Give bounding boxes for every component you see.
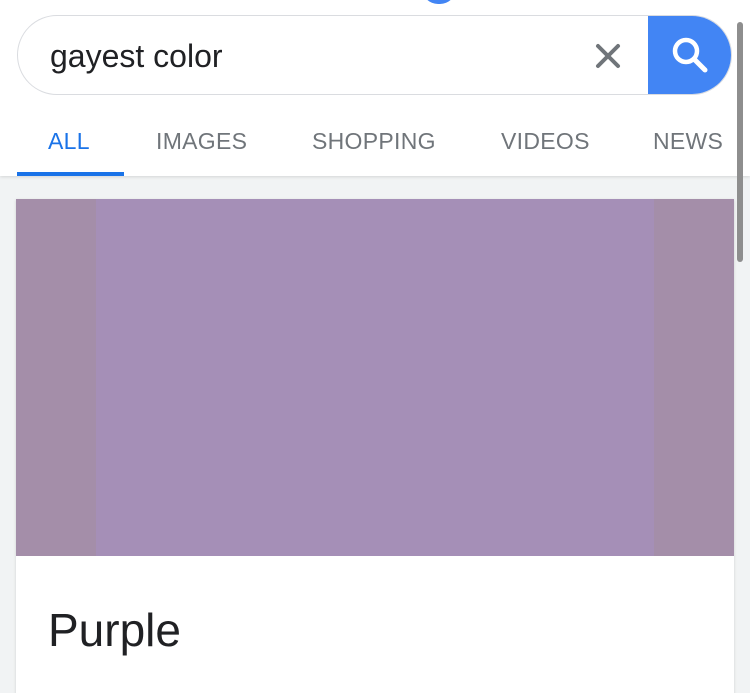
tab-news[interactable]: NEWS [653,128,723,155]
result-card[interactable]: Purple [16,199,734,693]
scrollbar[interactable] [737,22,743,262]
result-title: Purple [48,604,181,656]
color-swatch-frame [16,199,734,556]
search-header: ALL IMAGES SHOPPING VIDEOS NEWS [0,0,750,262]
search-tabs: ALL IMAGES SHOPPING VIDEOS NEWS [0,112,750,176]
logo-fragment [422,0,456,4]
close-icon [596,44,620,68]
search-bar[interactable] [17,15,732,95]
search-results-page: ALL IMAGES SHOPPING VIDEOS NEWS Purple [0,0,750,693]
clear-search-button[interactable] [584,32,632,80]
tab-images[interactable]: IMAGES [156,128,247,155]
color-swatch [96,199,654,556]
search-input[interactable] [50,34,570,78]
active-tab-indicator [17,172,124,176]
search-icon [672,37,708,73]
tab-videos[interactable]: VIDEOS [501,128,590,155]
tab-all[interactable]: ALL [48,128,90,155]
tab-shopping[interactable]: SHOPPING [312,128,436,155]
search-submit-button[interactable] [648,16,731,94]
